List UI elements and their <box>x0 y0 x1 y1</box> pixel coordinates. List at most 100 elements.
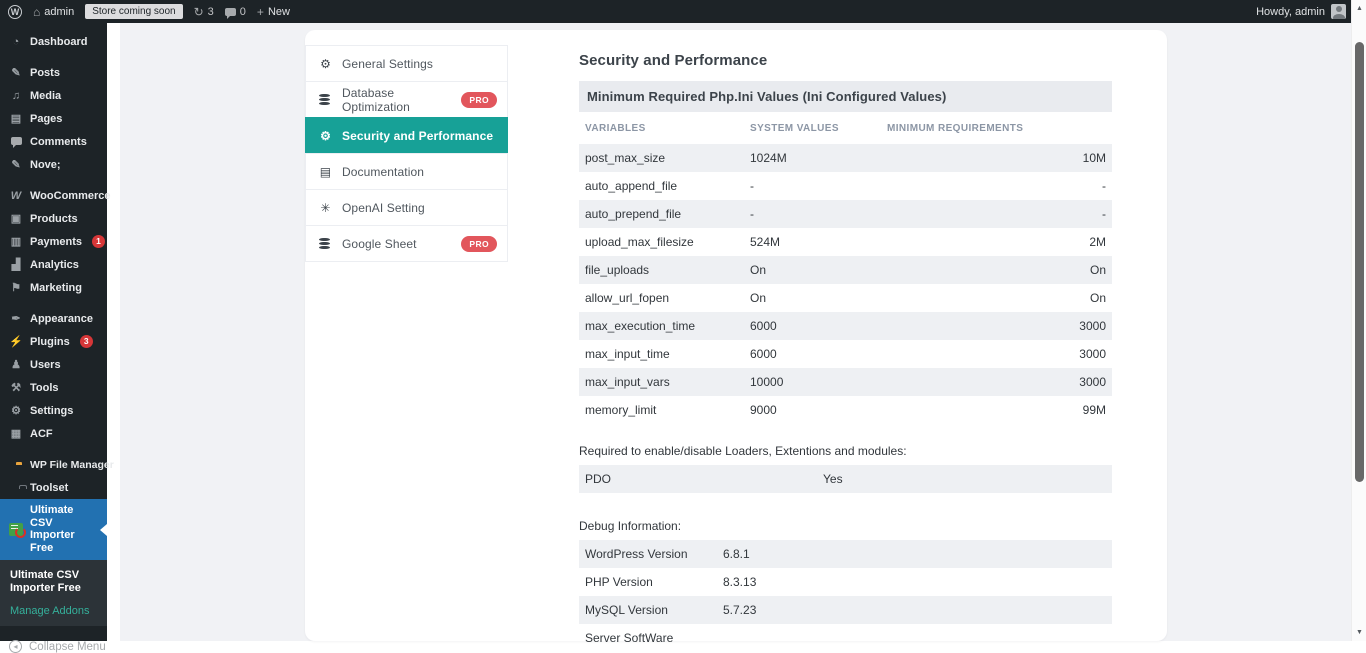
pages-icon: ▤ <box>9 112 23 125</box>
sidebar-item-settings[interactable]: ⚙ Settings <box>0 399 107 422</box>
sidebar-item-nove[interactable]: ✎ Nove; <box>0 153 107 176</box>
csv-importer-submenu: Ultimate CSV Importer Free Manage Addons <box>0 560 107 626</box>
document-icon: ▤ <box>319 165 332 179</box>
sidebar-item-tools[interactable]: ⚒ Tools <box>0 376 107 399</box>
page-title: Security and Performance <box>579 52 1112 69</box>
vertical-scrollbar[interactable]: ▲ ▼ <box>1351 0 1366 641</box>
pro-badge: PRO <box>461 92 497 108</box>
sidebar-item-acf[interactable]: ▦ ACF <box>0 422 107 445</box>
tab-documentation[interactable]: ▤ Documentation <box>305 153 508 190</box>
howdy-text: Howdy, admin <box>1256 6 1325 18</box>
sidebar-item-woocommerce[interactable]: W WooCommerce <box>0 184 107 207</box>
scroll-down-arrow-icon[interactable]: ▼ <box>1352 629 1366 636</box>
table-row: PHP Version 8.3.13 <box>579 568 1112 596</box>
sidebar-item-plugins[interactable]: ⚡ Plugins 3 <box>0 330 107 353</box>
plus-icon: + <box>257 6 264 18</box>
users-icon: ♟ <box>9 358 23 371</box>
table-row: auto_prepend_file - - <box>579 200 1112 228</box>
table-row: max_input_vars 10000 3000 <box>579 368 1112 396</box>
home-icon: ⌂ <box>33 6 40 18</box>
sidebar-item-users[interactable]: ♟ Users <box>0 353 107 376</box>
submenu-item-manage-addons[interactable]: Manage Addons <box>0 597 107 617</box>
admin-bar: W ⌂ admin Store coming soon ↻ 3 0 + New … <box>0 0 1366 23</box>
pin-icon: ✎ <box>9 66 23 79</box>
debug-section-label: Debug Information: <box>579 519 1112 533</box>
acf-icon: ▦ <box>9 427 23 440</box>
table-row: MySQL Version 5.7.23 <box>579 596 1112 624</box>
sidebar-item-dashboard[interactable]: ◔ Dashboard <box>0 30 107 53</box>
sidebar-item-payments[interactable]: ▥ Payments 1 <box>0 230 107 253</box>
settings-icon: ⚙ <box>9 404 23 417</box>
new-label: New <box>268 6 290 18</box>
account-menu[interactable]: Howdy, admin <box>1256 4 1346 19</box>
table-row: allow_url_fopen On On <box>579 284 1112 312</box>
wordpress-logo-icon: W <box>8 5 22 19</box>
table-row: PDO Yes <box>579 465 1112 493</box>
scroll-up-arrow-icon[interactable]: ▲ <box>1352 5 1366 12</box>
active-menu-arrow <box>100 524 107 536</box>
csv-importer-icon <box>9 523 23 536</box>
table-row: post_max_size 1024M 10M <box>579 144 1112 172</box>
openai-icon: ✳ <box>319 201 332 215</box>
plugins-badge: 3 <box>80 335 93 348</box>
payments-icon: ▥ <box>9 235 23 248</box>
debug-table: WordPress Version 6.8.1 PHP Version 8.3.… <box>579 540 1112 652</box>
table-row: upload_max_filesize 524M 2M <box>579 228 1112 256</box>
avatar <box>1331 4 1346 19</box>
php-ini-table: post_max_size 1024M 10M auto_append_file… <box>579 144 1112 424</box>
table-row: max_execution_time 6000 3000 <box>579 312 1112 340</box>
coming-soon-badge[interactable]: Store coming soon <box>85 4 182 19</box>
collapse-menu-button[interactable]: ◂ Collapse Menu <box>0 640 107 653</box>
appearance-icon: ✒ <box>9 312 23 325</box>
loaders-table: PDO Yes <box>579 465 1112 493</box>
marketing-icon: ⚑ <box>9 281 23 294</box>
table-row: memory_limit 9000 99M <box>579 396 1112 424</box>
sidebar-item-wp-file-manager[interactable]: WP File Manager <box>0 453 107 476</box>
sidebar-item-pages[interactable]: ▤ Pages <box>0 107 107 130</box>
php-ini-panel-header: Minimum Required Php.Ini Values (Ini Con… <box>579 81 1112 112</box>
sidebar-item-analytics[interactable]: ▟ Analytics <box>0 253 107 276</box>
analytics-icon: ▟ <box>9 258 23 271</box>
sidebar-item-media[interactable]: ♫ Media <box>0 84 107 107</box>
comments-link[interactable]: 0 <box>225 6 246 18</box>
sidebar-item-products[interactable]: ▣ Products <box>0 207 107 230</box>
table-row: WordPress Version 6.8.1 <box>579 540 1112 568</box>
sidebar-item-appearance[interactable]: ✒ Appearance <box>0 307 107 330</box>
woocommerce-icon: W <box>9 190 23 202</box>
sidebar-item-toolset[interactable]: Toolset <box>0 476 107 499</box>
tab-general-settings[interactable]: ⚙ General Settings <box>305 45 508 82</box>
update-icon: ↻ <box>194 6 204 18</box>
tools-icon: ⚒ <box>9 381 23 394</box>
sidebar-item-marketing[interactable]: ⚑ Marketing <box>0 276 107 299</box>
loaders-section-label: Required to enable/disable Loaders, Exte… <box>579 444 1112 458</box>
comments-icon <box>9 136 23 148</box>
col-variables: VARIABLES <box>585 123 750 134</box>
tab-google-sheet[interactable]: Google Sheet PRO <box>305 225 508 262</box>
media-icon: ♫ <box>9 90 23 102</box>
pro-badge: PRO <box>461 236 497 252</box>
table-row: Server SoftWare <box>579 624 1112 652</box>
new-content-link[interactable]: + New <box>257 6 290 18</box>
scrollbar-thumb[interactable] <box>1355 42 1364 482</box>
site-name-link[interactable]: ⌂ admin <box>33 6 74 18</box>
sidebar-item-ultimate-csv-importer[interactable]: Ultimate CSV Importer Free <box>0 499 107 560</box>
sidebar-item-comments[interactable]: Comments <box>0 130 107 153</box>
products-icon: ▣ <box>9 212 23 225</box>
collapse-icon: ◂ <box>9 640 22 653</box>
tab-database-optimization[interactable]: Database Optimization PRO <box>305 81 508 118</box>
updates-count: 3 <box>208 6 214 18</box>
gear-icon: ⚙ <box>319 129 332 143</box>
tab-openai-setting[interactable]: ✳ OpenAI Setting <box>305 189 508 226</box>
tab-security-and-performance[interactable]: ⚙ Security and Performance <box>305 117 508 154</box>
sidebar-item-posts[interactable]: ✎ Posts <box>0 61 107 84</box>
updates-link[interactable]: ↻ 3 <box>194 6 214 18</box>
php-table-header: VARIABLES SYSTEM VALUES MINIMUM REQUIREM… <box>579 112 1112 144</box>
wordpress-menu[interactable]: W <box>8 5 22 19</box>
settings-nav: ⚙ General Settings Database Optimization… <box>305 45 508 262</box>
payments-badge: 1 <box>92 235 105 248</box>
submenu-item-ultimate-csv-importer-free[interactable]: Ultimate CSV Importer Free <box>0 567 107 597</box>
admin-sidebar: ◔ Dashboard ✎ Posts ♫ Media ▤ Pages Comm… <box>0 23 107 641</box>
pin-icon: ✎ <box>9 158 23 171</box>
dashboard-icon: ◔ <box>9 36 23 48</box>
gear-icon: ⚙ <box>319 57 332 71</box>
